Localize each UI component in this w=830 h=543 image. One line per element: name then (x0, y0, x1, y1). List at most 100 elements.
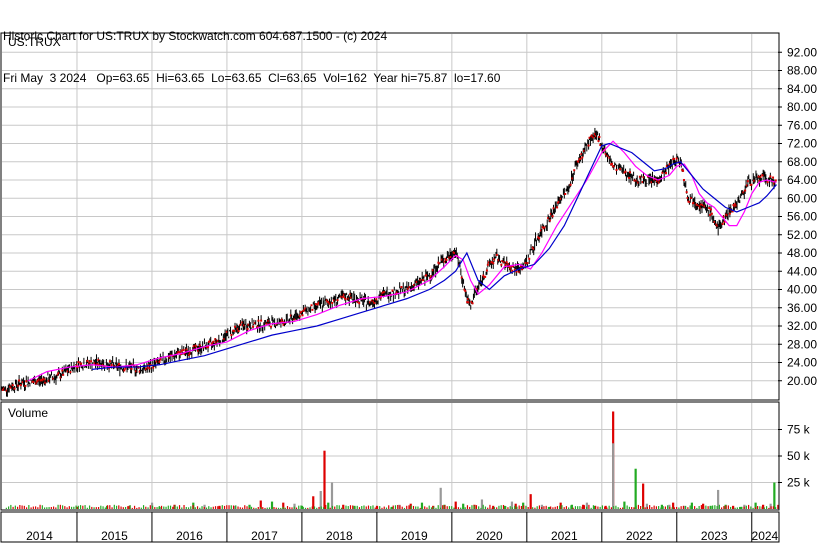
volume-bar-baseline (545, 505, 547, 509)
volume-bar-baseline (228, 505, 230, 509)
volume-bar-baseline (219, 507, 221, 509)
volume-bar-baseline (417, 506, 419, 509)
price-mark (159, 358, 162, 361)
volume-bar-baseline (367, 505, 370, 509)
price-mark (471, 302, 474, 305)
volume-bar-baseline (637, 504, 639, 509)
volume-bar-baseline (606, 507, 608, 509)
price-mark (445, 258, 448, 261)
volume-bar-baseline (588, 504, 590, 509)
price-tick-label: 84.00 (787, 82, 817, 96)
volume-bar-baseline (374, 507, 376, 509)
price-mark (526, 262, 529, 265)
volume-bar-baseline (777, 504, 779, 509)
volume-bar-baseline (453, 507, 455, 509)
volume-bar-baseline (190, 506, 192, 509)
volume-bar-baseline (120, 506, 122, 509)
volume-bar-baseline (235, 505, 237, 509)
volume-bar-baseline (86, 507, 88, 509)
volume-bar-baseline (768, 507, 770, 509)
volume-bar-baseline (282, 506, 284, 509)
volume-bar-baseline (7, 506, 10, 509)
volume-bar-baseline (10, 504, 12, 509)
price-mark (685, 191, 688, 194)
volume-bar-baseline (628, 506, 630, 509)
volume-bar-baseline (307, 507, 309, 509)
price-mark (551, 215, 554, 218)
volume-bar-baseline (181, 507, 183, 509)
price-mark (24, 384, 27, 387)
volume-bar-baseline (138, 507, 140, 509)
price-mark (569, 183, 572, 186)
volume-bar-baseline (113, 504, 115, 509)
price-mark (673, 157, 676, 160)
volume-bar-baseline (325, 504, 327, 509)
price-mark (492, 262, 495, 265)
volume-bar-baseline (466, 505, 469, 509)
price-mark (581, 156, 584, 159)
price-mark (358, 302, 361, 305)
price-tick-label: 36.00 (787, 301, 817, 315)
volume-bar-baseline (199, 507, 201, 509)
volume-bar-baseline (757, 506, 759, 509)
volume-bar-baseline (50, 506, 52, 509)
volume-bar-baseline (619, 507, 622, 509)
price-mark (180, 349, 183, 352)
volume-bar-baseline (500, 505, 502, 509)
volume-bar-baseline (514, 505, 516, 509)
volume-bar-baseline (723, 506, 725, 509)
volume-bar-baseline (115, 505, 118, 509)
volume-bar-baseline (579, 506, 581, 509)
price-mark (124, 367, 127, 370)
price-tick-label: 40.00 (787, 283, 817, 297)
price-mark (598, 135, 601, 138)
volume-bar-baseline (154, 507, 156, 509)
volume-bar-baseline (462, 504, 464, 509)
volume-bar-baseline (55, 507, 57, 509)
volume-bar-baseline (496, 507, 498, 509)
volume-bar-baseline (140, 507, 142, 509)
volume-bar-baseline (424, 506, 426, 509)
volume-bar-baseline (464, 507, 466, 509)
volume-bar-down (529, 494, 532, 509)
volume-bar-baseline (97, 507, 100, 509)
volume-bar-baseline (106, 505, 109, 509)
price-mark (682, 169, 685, 172)
price-mark (624, 170, 627, 173)
volume-bar-baseline (487, 507, 489, 509)
volume-bar-baseline (145, 506, 147, 509)
volume-bar-baseline (763, 507, 765, 509)
volume-bar-baseline (327, 506, 329, 509)
volume-bar-baseline (347, 506, 349, 509)
volume-bar-baseline (82, 505, 84, 509)
volume-bar-baseline (716, 505, 718, 509)
volume-bar-down (323, 450, 326, 509)
volume-bar-baseline (59, 504, 61, 509)
volume-bar-baseline (322, 507, 325, 509)
price-tick-label: 56.00 (787, 210, 817, 224)
volume-bar-baseline (770, 506, 772, 509)
price-mark (556, 206, 559, 209)
price-mark (628, 176, 631, 179)
volume-bar-baseline (129, 505, 131, 509)
volume-bar-baseline (709, 507, 711, 509)
volume-bar-neutral (319, 490, 322, 509)
volume-bar-baseline (354, 506, 356, 509)
volume-bar-baseline (590, 507, 592, 509)
volume-bar-baseline (394, 505, 397, 509)
volume-bar-baseline (217, 506, 219, 509)
volume-bar-baseline (349, 505, 352, 509)
price-tick-label: 52.00 (787, 228, 817, 242)
volume-bar-baseline (304, 507, 307, 509)
volume-bar-baseline (268, 507, 271, 509)
price-mark (611, 162, 614, 165)
volume-bar-baseline (556, 506, 559, 509)
volume-y-axis: 75 k 50 k 25 k (778, 423, 811, 490)
volume-bar-baseline (248, 507, 250, 509)
price-tick-label: 44.00 (787, 264, 817, 278)
volume-bar-baseline (298, 505, 300, 509)
price-mark (336, 299, 339, 302)
volume-bar-baseline (525, 505, 527, 509)
price-mark (123, 369, 126, 372)
price-tick-label: 72.00 (787, 137, 817, 151)
